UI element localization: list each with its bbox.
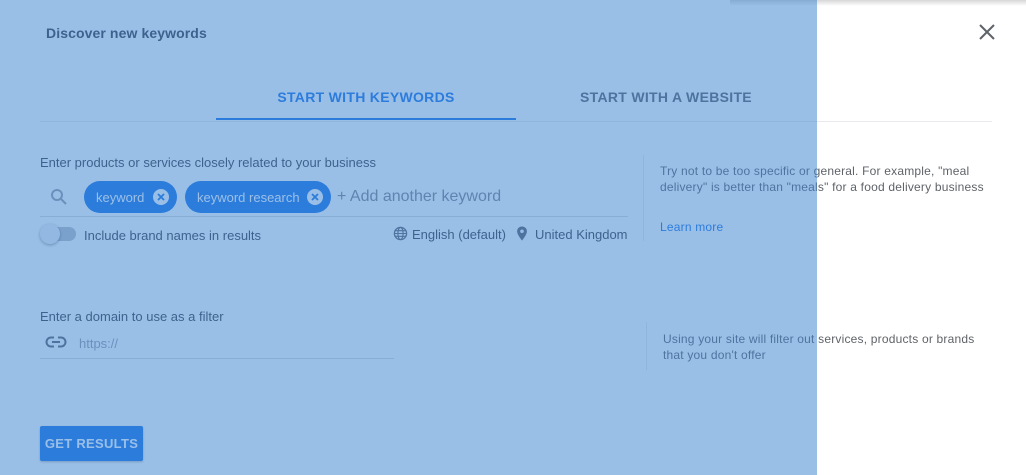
search-icon xyxy=(51,189,67,205)
add-keyword-input[interactable]: + Add another keyword xyxy=(337,188,501,206)
active-tab-indicator xyxy=(216,118,516,120)
domain-filter-label: Enter a domain to use as a filter xyxy=(40,309,224,324)
language-selector[interactable]: English (default) xyxy=(412,227,506,242)
tab-divider xyxy=(40,121,992,122)
keyword-chip-label: keyword research xyxy=(197,189,300,205)
keyword-chip[interactable]: keyword xyxy=(84,181,177,213)
remove-chip-icon[interactable] xyxy=(153,189,169,205)
remove-chip-icon[interactable] xyxy=(307,189,323,205)
globe-icon xyxy=(393,226,408,241)
tab-start-with-website[interactable]: START WITH A WEBSITE xyxy=(516,89,816,105)
domain-tip-divider xyxy=(646,322,647,370)
window-top-edge xyxy=(730,0,1026,6)
link-icon xyxy=(45,336,67,348)
brand-names-label: Include brand names in results xyxy=(84,228,262,243)
keyword-chip[interactable]: keyword research xyxy=(185,181,331,213)
toggle-knob xyxy=(40,224,60,244)
location-selector[interactable]: United Kingdom xyxy=(535,227,628,242)
keywords-tip: Try not to be too specific or general. F… xyxy=(660,164,984,194)
close-icon[interactable] xyxy=(976,21,998,43)
domain-tip: Using your site will filter out services… xyxy=(663,332,975,362)
brand-names-toggle[interactable] xyxy=(40,224,76,244)
domain-input[interactable] xyxy=(79,333,391,353)
dialog-title: Discover new keywords xyxy=(46,25,207,41)
tab-start-with-keywords[interactable]: START WITH KEYWORDS xyxy=(216,89,516,105)
keyword-input-underline xyxy=(40,216,628,217)
location-pin-icon xyxy=(517,226,527,241)
keyword-chip-label: keyword xyxy=(96,189,145,205)
tip-divider xyxy=(643,155,644,241)
learn-more-link[interactable]: Learn more xyxy=(660,220,723,234)
domain-input-underline xyxy=(40,358,394,359)
keywords-label: Enter products or services closely relat… xyxy=(40,155,376,170)
get-results-button[interactable]: GET RESULTS xyxy=(40,426,143,461)
